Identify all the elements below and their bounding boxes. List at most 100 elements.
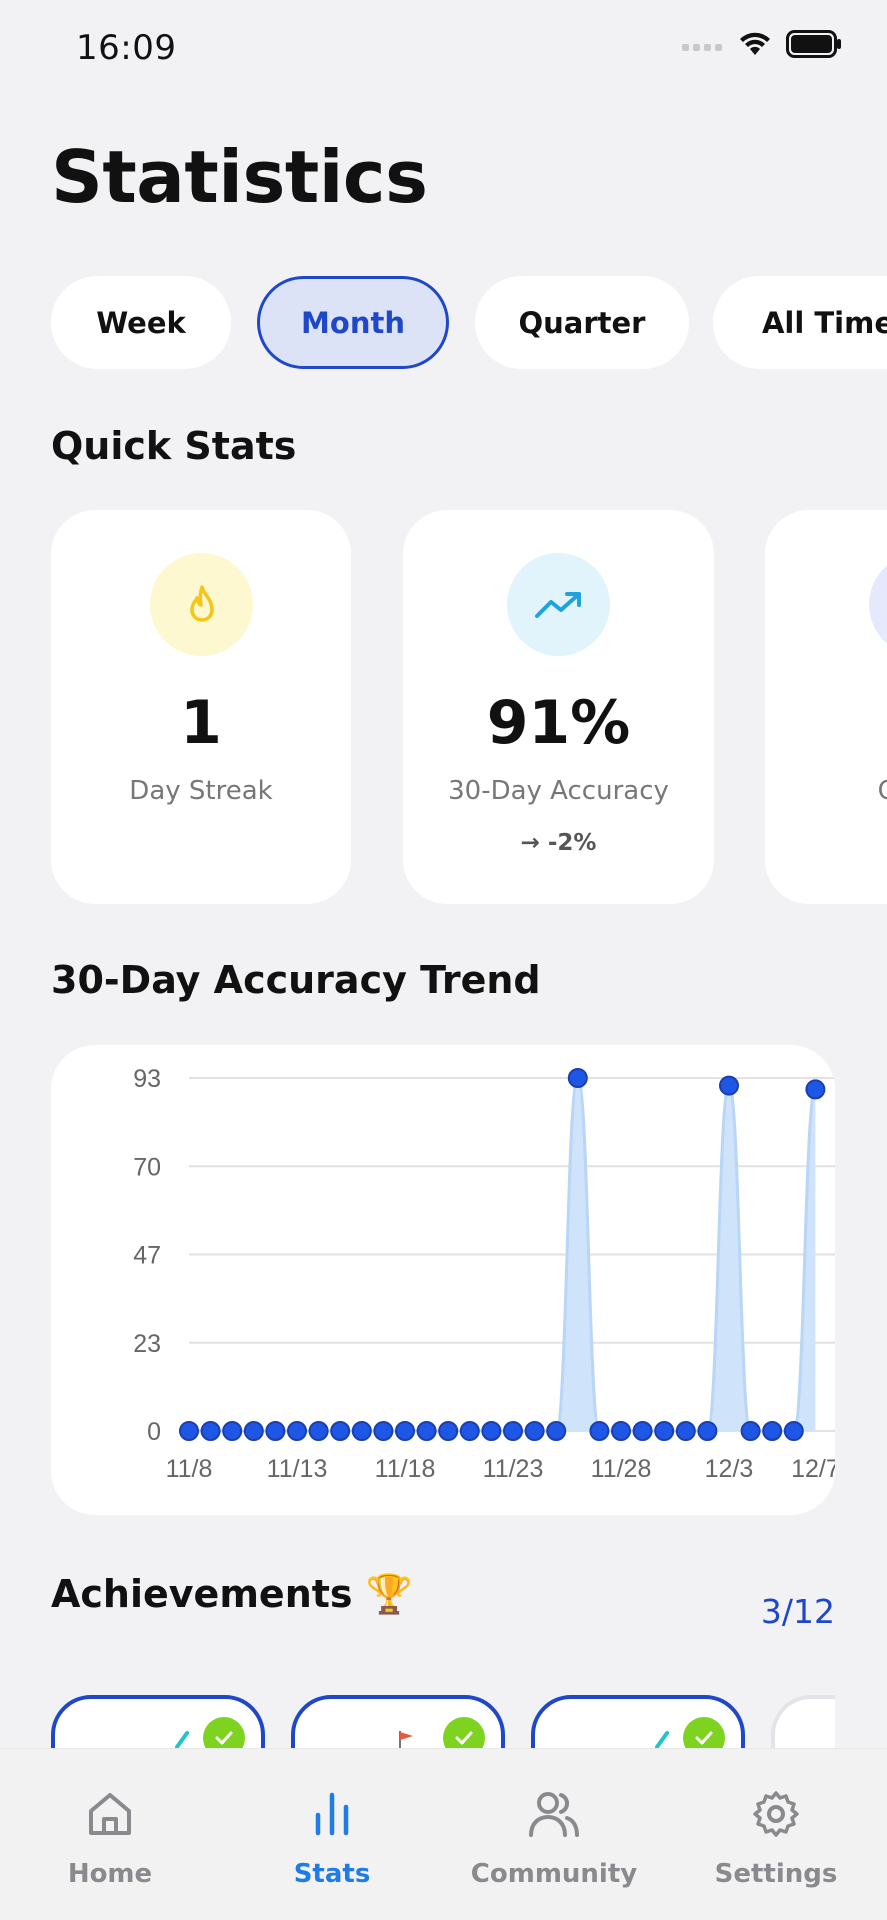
filter-week[interactable]: Week <box>51 276 231 369</box>
data-point <box>719 1075 739 1096</box>
data-point <box>546 1421 567 1441</box>
tab-home[interactable]: Home <box>10 1749 210 1920</box>
data-point <box>697 1421 718 1441</box>
tab-stats[interactable]: Stats <box>232 1749 432 1920</box>
data-point <box>243 1421 264 1441</box>
achievement-icon <box>173 1729 193 1749</box>
bar-chart-icon <box>307 1789 357 1843</box>
stat-value: 91% <box>486 688 631 758</box>
y-tick-label: 70 <box>133 1153 161 1181</box>
stat-delta: → -2% <box>520 830 597 856</box>
data-point <box>611 1421 631 1441</box>
filter-label: Quarter <box>518 305 646 340</box>
people-icon <box>527 1789 581 1843</box>
filter-label: Month <box>301 305 405 340</box>
x-tick-label: 11/23 <box>483 1455 544 1483</box>
stat-label: Day Streak <box>129 776 273 806</box>
tab-community[interactable]: Community <box>454 1749 654 1920</box>
achievement-card-locked[interactable] <box>771 1695 835 1750</box>
chart-svg: 93 70 47 23 011/8 11/13 11/18 11/23 11/28 12/3 12/… <box>133 1065 835 1483</box>
y-tick-label: 0 <box>147 1418 161 1446</box>
signal-icon <box>682 37 724 56</box>
data-point <box>589 1421 610 1441</box>
tab-label: Stats <box>293 1859 371 1889</box>
stat-card-streak[interactable]: 1 Day Streak <box>51 510 351 904</box>
achievement-card[interactable] <box>51 1695 265 1750</box>
data-point <box>200 1421 221 1441</box>
achievements-count[interactable]: 3/12 <box>761 1592 835 1631</box>
data-point <box>265 1421 286 1441</box>
tab-bar: Home Stats Community Settings <box>0 1748 887 1920</box>
filter-label: All Time <box>761 305 887 340</box>
check-icon <box>443 1717 485 1750</box>
data-point <box>654 1421 675 1441</box>
achievement-card[interactable] <box>531 1695 745 1750</box>
trending-up-icon <box>507 553 610 656</box>
status-icons <box>682 30 842 62</box>
y-tick-label: 47 <box>133 1242 161 1270</box>
data-point <box>524 1421 545 1441</box>
status-time: 16:09 <box>76 28 177 68</box>
battery-icon <box>786 30 842 62</box>
tab-label: Home <box>67 1859 153 1889</box>
data-point <box>373 1421 394 1441</box>
data-point <box>222 1421 243 1441</box>
stat-icon <box>869 553 887 656</box>
data-point <box>438 1421 459 1441</box>
x-tick-label: 12/7 <box>791 1455 835 1483</box>
filter-month[interactable]: Month <box>257 276 449 369</box>
gear-icon <box>751 1789 801 1843</box>
accuracy-trend-chart: 93 70 47 23 0 11/8 11/13 11/18 11/23 11/28 12/3 12/… <box>51 1045 835 1515</box>
data-point <box>675 1421 696 1441</box>
y-tick-label: 23 <box>133 1330 161 1358</box>
status-bar: 16:09 <box>0 0 887 100</box>
data-point <box>395 1421 415 1441</box>
data-point <box>762 1421 783 1441</box>
stat-label: Overal <box>765 776 887 806</box>
stat-card-overall[interactable]: 9 Overal <box>765 510 887 904</box>
achievements-carousel[interactable] <box>51 1692 835 1750</box>
x-tick-label: 11/28 <box>591 1455 652 1483</box>
achievement-icon <box>653 1729 673 1749</box>
achievements-title: Achievements 🏆 <box>51 1572 414 1616</box>
data-point <box>567 1068 588 1088</box>
data-point <box>783 1421 804 1441</box>
quick-stats-carousel[interactable]: 1 Day Streak 91% 30-Day Accuracy → -2% 9… <box>51 510 887 905</box>
data-point <box>351 1421 372 1441</box>
x-tick-label: 11/8 <box>166 1455 213 1483</box>
flag-icon <box>395 1729 415 1750</box>
stat-card-accuracy[interactable]: 91% 30-Day Accuracy → -2% <box>403 510 714 904</box>
data-point <box>308 1421 329 1441</box>
flame-icon <box>150 553 253 656</box>
check-icon <box>203 1717 245 1750</box>
data-point <box>503 1421 523 1441</box>
achievement-card[interactable] <box>291 1695 505 1750</box>
data-point <box>459 1421 480 1441</box>
data-point <box>740 1421 761 1441</box>
tab-label: Settings <box>714 1859 838 1889</box>
filter-all-time[interactable]: All Time <box>713 276 887 369</box>
stat-value: 9 <box>765 688 887 758</box>
wifi-icon <box>738 31 772 61</box>
stat-label: 30-Day Accuracy <box>448 776 669 806</box>
data-point <box>416 1421 437 1441</box>
trend-title: 30-Day Accuracy Trend <box>51 958 541 1002</box>
data-point <box>287 1421 307 1441</box>
check-icon <box>683 1717 725 1750</box>
data-point <box>179 1421 199 1441</box>
stat-value: 1 <box>180 688 222 758</box>
tab-label: Community <box>470 1859 638 1889</box>
x-tick-label: 11/18 <box>375 1455 436 1483</box>
x-tick-label: 11/13 <box>267 1455 328 1483</box>
data-point <box>805 1079 826 1100</box>
x-tick-label: 12/3 <box>705 1455 754 1483</box>
quick-stats-title: Quick Stats <box>51 424 297 468</box>
data-point <box>330 1421 351 1441</box>
period-filter: Week Month Quarter All Time <box>51 276 887 371</box>
data-point <box>632 1421 653 1441</box>
tab-settings[interactable]: Settings <box>676 1749 876 1920</box>
home-icon <box>85 1789 135 1843</box>
filter-quarter[interactable]: Quarter <box>475 276 689 369</box>
data-point <box>481 1421 502 1441</box>
page-title: Statistics <box>51 135 428 219</box>
